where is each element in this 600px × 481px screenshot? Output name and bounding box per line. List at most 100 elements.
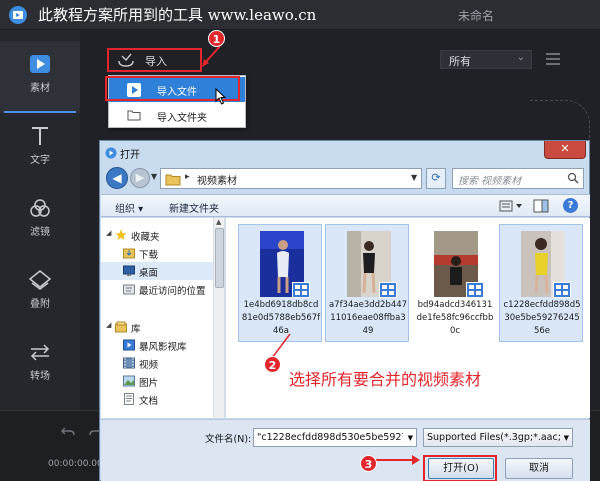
filename-value: "c1228ecfdd898d530e5be5927 — [257, 432, 403, 443]
file-type-value: Supported Files(*.3gp;*.aac;* — [427, 432, 561, 443]
new-folder-button[interactable]: 新建文件夹 — [169, 200, 219, 215]
app-logo-icon — [9, 6, 27, 24]
video-library-icon — [123, 357, 135, 369]
sidebar-item-label: 滤镜 — [30, 227, 50, 238]
refresh-icon: ⟳ — [431, 171, 441, 184]
step-2-badge: 2 — [264, 356, 281, 373]
back-button[interactable]: ◀ — [106, 167, 128, 189]
step-3-badge: 3 — [360, 455, 377, 472]
sidebar-item-text[interactable]: 文字 — [0, 113, 80, 185]
change-view-icon[interactable] — [499, 199, 525, 213]
arrow-left-icon: ◀ — [112, 171, 122, 185]
nav-item-libraries[interactable]: ◢ 库 — [101, 318, 213, 336]
mouse-cursor-icon — [215, 88, 227, 105]
file-item[interactable]: bd94adcd346131de1fe58fc96ccfbb0c — [412, 224, 496, 342]
pictures-library-icon — [123, 375, 135, 387]
navigation-scrollbar[interactable]: ▲ — [213, 218, 224, 418]
folder-icon — [165, 174, 181, 186]
chevron-down-icon[interactable]: ▼ — [564, 434, 569, 442]
refresh-button[interactable]: ⟳ — [426, 168, 446, 189]
sidebar-item-label: 文字 — [30, 155, 50, 166]
menu-item-import-folder[interactable]: 导入文件夹 — [109, 103, 245, 128]
file-item[interactable]: 1e4bd6918db8cd81e0d5788eb567f46a — [238, 224, 322, 342]
sidebar-item-label: 叠附 — [30, 299, 50, 310]
expand-arrow-icon: ◢ — [106, 321, 112, 329]
sidebar-item-media[interactable]: 素材 — [0, 41, 80, 113]
desktop-icon — [123, 265, 135, 276]
forward-button[interactable]: ▶ — [130, 168, 150, 188]
recent-places-icon — [123, 284, 135, 295]
cancel-button[interactable]: 取消 — [505, 458, 573, 479]
nav-item-storm-library[interactable]: 暴风影视库 — [101, 336, 213, 354]
nav-item-favorites[interactable]: ◢ 收藏夹 — [101, 226, 213, 244]
list-view-icon[interactable] — [545, 52, 561, 66]
preview-pane-icon[interactable] — [533, 199, 549, 213]
filter-icon — [30, 199, 50, 217]
expand-arrow-icon: ◢ — [106, 229, 112, 237]
search-placeholder: 搜索 视频素材 — [458, 176, 522, 187]
video-file-icon — [553, 282, 571, 298]
nav-item-pictures[interactable]: 图片 — [101, 372, 213, 390]
search-input[interactable]: 搜索 视频素材 — [452, 168, 584, 189]
text-icon — [32, 127, 48, 145]
address-bar[interactable]: ▸ 视频素材 ▼ — [160, 168, 422, 189]
sidebar-item-label: 素材 — [30, 83, 50, 94]
search-icon — [567, 172, 579, 184]
help-icon[interactable]: ? — [563, 198, 578, 213]
step-1-badge: 1 — [208, 30, 225, 47]
breadcrumb-separator-icon: ▸ — [185, 172, 190, 182]
tutorial-banner: 此教程方案所用到的工具 www.leawo.cn — [38, 6, 317, 24]
scroll-up-icon: ▲ — [216, 218, 222, 226]
file-name: a7f34ae3dd2b44711016eae08ffba349 — [328, 300, 408, 336]
chevron-down-icon[interactable]: ▼ — [408, 434, 413, 442]
star-icon — [115, 229, 127, 240]
sidebar: 素材 文字 滤镜 叠附 转场 — [0, 31, 80, 411]
file-name: bd94adcd346131de1fe58fc96ccfbb0c — [416, 300, 494, 336]
filename-label: 文件名(N): — [205, 434, 252, 445]
sidebar-item-label: 转场 — [30, 371, 50, 382]
overlay-icon — [28, 270, 52, 290]
dialog-title: 打开 — [120, 150, 140, 161]
video-file-icon — [292, 282, 310, 298]
recent-locations-dropdown[interactable]: ▼ — [151, 172, 157, 181]
undo-icon[interactable] — [60, 425, 76, 439]
library-icon — [115, 321, 127, 333]
arrow-right-icon: ▶ — [135, 171, 145, 184]
document-title: 未命名 — [458, 9, 495, 23]
step-2-instruction: 选择所有要合并的视频素材 — [289, 370, 482, 389]
navigation-pane: ◢ 收藏夹 下载 桌面 最近访问的位置 ◢ 库 暴风影视库 视频 图片 文档 ▲ — [101, 218, 225, 418]
sidebar-item-overlay[interactable]: 叠附 — [0, 257, 80, 329]
nav-item-desktop[interactable]: 桌面 — [101, 262, 213, 280]
dialog-toolbar: 组织 ▾ 新建文件夹 ? — [101, 194, 590, 217]
sidebar-item-transition[interactable]: 转场 — [0, 329, 80, 401]
open-button-highlight-box — [423, 455, 497, 481]
transition-icon — [30, 344, 50, 361]
video-file-icon — [466, 282, 484, 298]
chevron-down-icon[interactable]: ▼ — [411, 173, 417, 182]
import-highlight-box — [107, 48, 202, 72]
file-item[interactable]: a7f34ae3dd2b44711016eae08ffba349 — [325, 224, 409, 342]
folder-icon — [127, 110, 141, 121]
organize-button[interactable]: 组织 ▾ — [115, 200, 143, 215]
nav-item-videos[interactable]: 视频 — [101, 354, 213, 372]
close-button[interactable]: ✕ — [544, 141, 586, 159]
dialog-footer: 文件名(N): "c1228ecfdd898d530e5be5927 ▼ Sup… — [101, 419, 590, 481]
file-type-select[interactable]: Supported Files(*.3gp;*.aac;* ▼ — [423, 428, 573, 447]
file-item[interactable]: c1228ecfdd898d530e5be5927624556e — [499, 224, 583, 342]
documents-library-icon — [124, 393, 134, 405]
nav-item-recent-places[interactable]: 最近访问的位置 — [101, 280, 213, 298]
title-bar: 此教程方案所用到的工具 www.leawo.cn 未命名 — [0, 0, 600, 30]
storm-library-icon — [123, 339, 135, 351]
video-file-icon — [379, 282, 397, 298]
chevron-down-icon: ⌄ — [516, 52, 525, 63]
filename-input[interactable]: "c1228ecfdd898d530e5be5927 ▼ — [253, 428, 417, 447]
sidebar-item-filter[interactable]: 滤镜 — [0, 185, 80, 257]
media-icon — [30, 55, 50, 73]
media-filter-select[interactable]: 所有 ⌄ — [440, 50, 532, 69]
step3-arrow — [376, 455, 420, 465]
scrollbar-thumb[interactable] — [215, 228, 224, 288]
nav-item-downloads[interactable]: 下载 — [101, 244, 213, 262]
file-name: c1228ecfdd898d530e5be5927624556e — [503, 300, 581, 336]
nav-item-documents[interactable]: 文档 — [101, 390, 213, 408]
timeline-timecode: 00:00:00.00 — [48, 459, 103, 469]
